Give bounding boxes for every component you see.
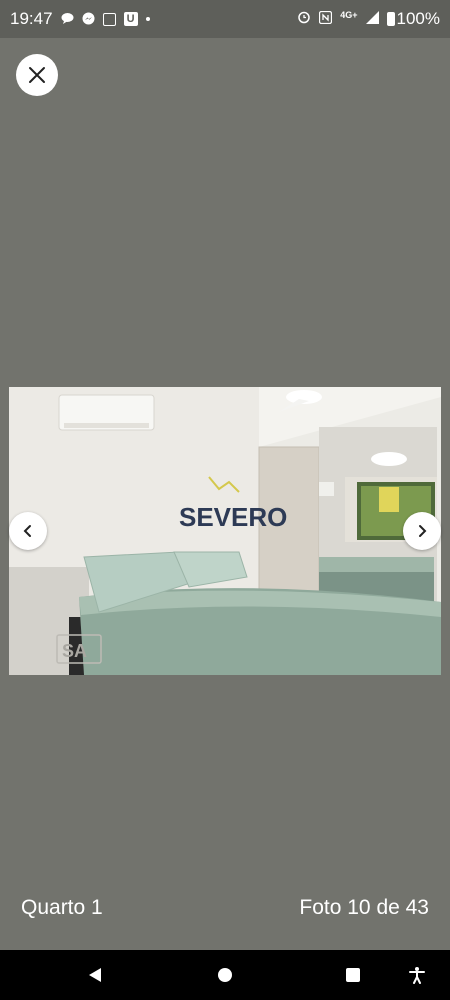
home-icon	[218, 968, 232, 982]
recents-button[interactable]	[342, 964, 364, 986]
accessibility-button[interactable]	[406, 964, 428, 986]
photo-logo-text: SA	[62, 641, 87, 661]
status-time: 19:47	[10, 9, 53, 28]
network-type: 4G+	[340, 10, 358, 20]
instagram-icon	[102, 12, 116, 26]
photo-counter: Foto 10 de 43	[299, 896, 429, 919]
bedroom-photo[interactable]: SEVERO SA	[9, 387, 441, 675]
system-nav-bar	[0, 950, 450, 1000]
chevron-left-icon	[23, 525, 31, 537]
close-button[interactable]	[16, 54, 58, 96]
dot-icon	[145, 17, 150, 21]
status-bar-left: 19:47 U	[10, 9, 150, 29]
chevron-right-icon	[419, 525, 427, 537]
recents-icon	[346, 968, 360, 982]
u-app-icon: U	[123, 12, 138, 26]
accessibility-icon	[409, 967, 425, 984]
alarm-icon	[297, 9, 311, 29]
watermark-text: SEVERO	[179, 502, 287, 532]
photo-illustration: SEVERO SA	[9, 387, 441, 675]
status-bar-right: 4G+ 100%	[297, 9, 440, 29]
back-icon	[89, 968, 101, 982]
previous-photo-button[interactable]	[9, 512, 47, 550]
back-button[interactable]	[84, 964, 106, 986]
room-label: Quarto 1	[21, 896, 103, 919]
battery-icon	[386, 12, 395, 26]
messenger-icon	[82, 12, 95, 27]
status-bar: 19:47 U 4G+ 100%	[0, 0, 450, 38]
next-photo-button[interactable]	[403, 512, 441, 550]
nfc-icon	[319, 9, 333, 29]
close-icon	[29, 67, 45, 83]
chat-icon	[61, 12, 74, 27]
battery-level: 100%	[396, 9, 440, 28]
home-button[interactable]	[214, 964, 236, 986]
signal-icon	[365, 9, 379, 29]
